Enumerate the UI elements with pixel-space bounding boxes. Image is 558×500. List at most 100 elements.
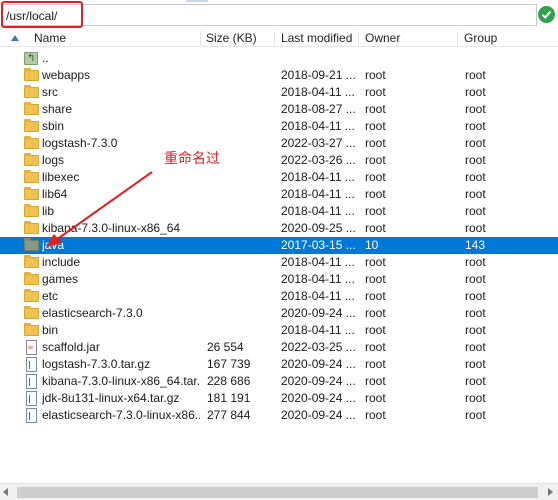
file-owner: root bbox=[365, 204, 386, 218]
file-size: 277 844 bbox=[207, 408, 251, 422]
file-row[interactable]: jdk-8u131-linux-x64.tar.gz 181 191 2020-09… bbox=[0, 390, 558, 407]
folder-icon bbox=[24, 288, 40, 305]
folder-icon bbox=[24, 84, 40, 101]
file-row[interactable]: include 2018-04-11 ... root root bbox=[0, 254, 558, 271]
file-row[interactable]: logstash-7.3.0.tar.gz 167 739 2020-09-24 .… bbox=[0, 356, 558, 373]
file-row[interactable]: lib64 2018-04-11 ... root root bbox=[0, 186, 558, 203]
file-name: webapps bbox=[42, 68, 91, 82]
column-group[interactable]: Group bbox=[464, 30, 497, 47]
path-bar: /usr/local/ bbox=[0, 0, 558, 30]
file-modified: 2018-09-21 ... bbox=[281, 68, 356, 82]
file-row[interactable]: games 2018-04-11 ... root root bbox=[0, 271, 558, 288]
jar-file-icon bbox=[24, 339, 40, 356]
folder-icon bbox=[24, 118, 40, 135]
checkmark-icon[interactable] bbox=[538, 6, 555, 23]
folder-icon bbox=[24, 67, 40, 84]
scroll-left-arrow-icon[interactable] bbox=[3, 488, 8, 496]
scroll-right-arrow-icon[interactable] bbox=[548, 488, 553, 496]
folder-icon bbox=[24, 271, 40, 288]
file-size bbox=[207, 50, 272, 67]
folder-icon bbox=[24, 322, 40, 339]
file-row[interactable]: share 2018-08-27 ... root root bbox=[0, 101, 558, 118]
file-row[interactable]: sbin 2018-04-11 ... root root bbox=[0, 118, 558, 135]
folder-icon bbox=[24, 186, 40, 203]
file-row[interactable]: kibana-7.3.0-linux-x86_64.tar.... 228 686… bbox=[0, 373, 558, 390]
file-name: elasticsearch-7.3.0 bbox=[42, 306, 143, 320]
folder-icon bbox=[24, 237, 40, 254]
file-row[interactable]: src 2018-04-11 ... root root bbox=[0, 84, 558, 101]
file-owner: root bbox=[365, 255, 386, 269]
file-name: src bbox=[42, 85, 58, 99]
file-owner: root bbox=[365, 102, 386, 116]
file-owner: root bbox=[365, 221, 386, 235]
horizontal-scrollbar[interactable] bbox=[0, 483, 558, 500]
file-row[interactable]: .. bbox=[0, 50, 558, 67]
file-owner bbox=[365, 50, 455, 67]
file-row[interactable]: elasticsearch-7.3.0-linux-x86... 277 844 2… bbox=[0, 407, 558, 424]
file-row[interactable]: logs 2022-03-26 ... root root bbox=[0, 152, 558, 169]
file-size bbox=[207, 84, 272, 101]
file-row[interactable]: etc 2018-04-11 ... root root bbox=[0, 288, 558, 305]
file-group: root bbox=[465, 102, 486, 116]
file-row[interactable]: logstash-7.3.0 2022-03-27 ... root root bbox=[0, 135, 558, 152]
file-size: 228 686 bbox=[207, 374, 251, 388]
file-owner: root bbox=[365, 340, 386, 354]
file-row[interactable]: bin 2018-04-11 ... root root bbox=[0, 322, 558, 339]
column-last-modified[interactable]: Last modified bbox=[281, 30, 352, 47]
scrollbar-thumb[interactable] bbox=[17, 487, 538, 498]
folder-icon bbox=[24, 254, 40, 271]
file-modified bbox=[281, 50, 361, 67]
file-size bbox=[207, 67, 272, 84]
file-group: root bbox=[465, 255, 486, 269]
file-row[interactable]: webapps 2018-09-21 ... root root bbox=[0, 67, 558, 84]
file-owner: root bbox=[365, 153, 386, 167]
file-group: root bbox=[465, 221, 486, 235]
folder-icon bbox=[24, 101, 40, 118]
file-owner: root bbox=[365, 289, 386, 303]
archive-file-icon bbox=[24, 390, 40, 407]
file-group: root bbox=[465, 272, 486, 286]
file-name: share bbox=[42, 102, 73, 116]
file-group bbox=[465, 50, 545, 67]
column-size[interactable]: Size (KB) bbox=[206, 30, 257, 47]
column-name[interactable]: Name bbox=[34, 30, 66, 47]
file-modified: 2018-04-11 ... bbox=[281, 289, 355, 303]
file-row[interactable]: scaffold.jar 26 554 2022-03-25 ... root root bbox=[0, 339, 558, 356]
sort-ascending-icon[interactable] bbox=[11, 35, 19, 41]
file-name: sbin bbox=[42, 119, 65, 133]
folder-icon bbox=[24, 169, 40, 186]
file-name: bin bbox=[42, 323, 59, 337]
file-modified: 2020-09-24 ... bbox=[281, 374, 356, 388]
file-modified: 2018-04-11 ... bbox=[281, 85, 355, 99]
file-size bbox=[207, 169, 272, 186]
file-owner: root bbox=[365, 136, 386, 150]
file-row[interactable]: lib 2018-04-11 ... root root bbox=[0, 203, 558, 220]
file-owner: root bbox=[365, 170, 386, 184]
file-group: root bbox=[465, 119, 486, 133]
file-modified: 2018-04-11 ... bbox=[281, 170, 355, 184]
file-row[interactable]: elasticsearch-7.3.0 2020-09-24 ... root roo… bbox=[0, 305, 558, 322]
file-group: root bbox=[465, 408, 486, 422]
file-group: root bbox=[465, 323, 486, 337]
file-size bbox=[207, 101, 272, 118]
file-group: root bbox=[465, 306, 486, 320]
file-row[interactable]: java 2017-03-15 ... 10 143 bbox=[0, 237, 558, 254]
file-row[interactable]: kibana-7.3.0-linux-x86_64 2020-09-25 ... r… bbox=[0, 220, 558, 237]
file-name: etc bbox=[42, 289, 59, 303]
folder-icon bbox=[24, 135, 40, 152]
file-modified: 2018-04-11 ... bbox=[281, 255, 355, 269]
archive-file-icon bbox=[24, 407, 40, 424]
file-group: root bbox=[465, 289, 486, 303]
file-name: include bbox=[42, 255, 81, 269]
file-name: kibana-7.3.0-linux-x86_64 bbox=[42, 221, 181, 235]
file-name: games bbox=[42, 272, 79, 286]
folder-icon bbox=[24, 152, 40, 169]
file-name: elasticsearch-7.3.0-linux-x86... bbox=[42, 408, 200, 422]
file-owner: root bbox=[365, 85, 386, 99]
up-folder-icon bbox=[24, 50, 40, 67]
tab-marker bbox=[186, 0, 208, 2]
column-owner[interactable]: Owner bbox=[365, 30, 400, 47]
file-name: kibana-7.3.0-linux-x86_64.tar.... bbox=[42, 374, 200, 388]
file-row[interactable]: libexec 2018-04-11 ... root root bbox=[0, 169, 558, 186]
file-modified: 2020-09-24 ... bbox=[281, 391, 356, 405]
